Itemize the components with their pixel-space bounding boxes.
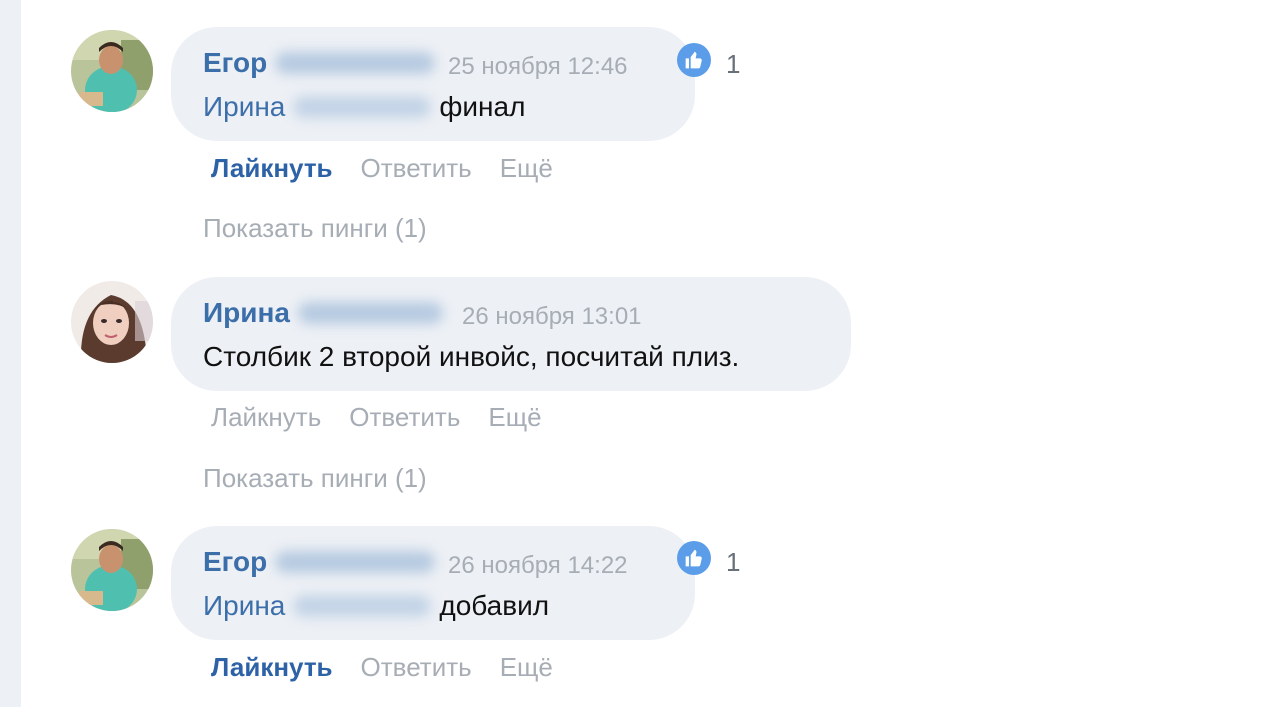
comment-author[interactable]: Егор [203,47,436,79]
more-button[interactable]: Ещё [500,652,553,683]
like-button[interactable]: Лайкнуть [211,153,333,184]
thumbs-up-icon [685,51,702,69]
mention-lastname-redacted [293,96,432,118]
like-button[interactable]: Лайкнуть [211,652,333,683]
comment-author[interactable]: Ирина [203,297,443,329]
avatar[interactable] [71,529,153,611]
author-lastname-redacted [297,302,443,324]
comment-time[interactable]: 25 ноября 12:46 [448,53,628,81]
comment-text: Ирина финал [203,91,526,122]
mention-link[interactable]: Ирина [203,91,439,122]
reply-button[interactable]: Ответить [349,402,460,433]
comment-text: Ирина добавил [203,590,550,621]
reply-button[interactable]: Ответить [361,153,472,184]
comment-bubble: Ирина 26 ноября 13:01 Столбик 2 второй и… [171,277,851,391]
comment-actions: Лайкнуть Ответить Ещё [211,652,553,683]
comment-actions: Лайкнуть Ответить Ещё [211,153,553,184]
show-pings-link[interactable]: Показать пинги (1) [203,213,427,244]
avatar[interactable] [71,30,153,112]
author-lastname-redacted [275,52,436,74]
comment-time[interactable]: 26 ноября 14:22 [448,552,628,580]
more-button[interactable]: Ещё [500,153,553,184]
like-button[interactable]: Лайкнуть [211,402,321,433]
mention-link[interactable]: Ирина [203,590,439,621]
author-lastname-redacted [275,551,436,573]
comment-time[interactable]: 26 ноября 13:01 [462,303,642,331]
avatar[interactable] [71,281,153,363]
like-count: 1 [726,49,741,79]
comment-bubble: Егор 25 ноября 12:46 Ирина финал [171,27,695,141]
more-button[interactable]: Ещё [488,402,541,433]
left-rail [0,0,21,707]
comment-author[interactable]: Егор [203,546,436,578]
like-badge[interactable] [677,43,711,77]
like-badge[interactable] [677,541,711,575]
show-pings-link[interactable]: Показать пинги (1) [203,463,427,494]
comment-bubble: Егор 26 ноября 14:22 Ирина добавил [171,526,695,640]
thumbs-up-icon [685,549,702,567]
mention-lastname-redacted [293,595,432,617]
like-count: 1 [726,547,741,577]
reply-button[interactable]: Ответить [361,652,472,683]
comment-actions: Лайкнуть Ответить Ещё [211,402,542,433]
comment-text: Столбик 2 второй инвойс, посчитай плиз. [203,341,740,372]
